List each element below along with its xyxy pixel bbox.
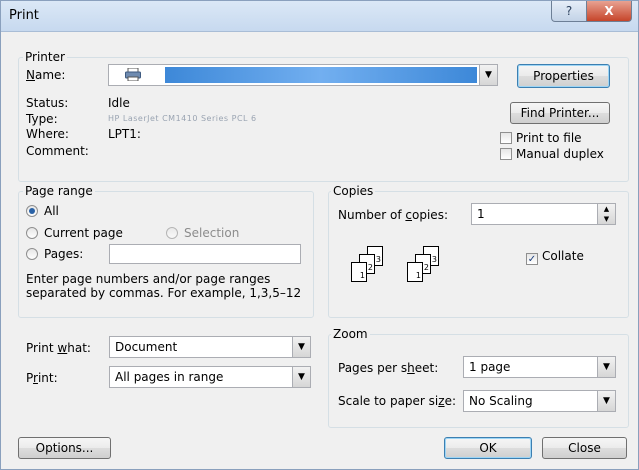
close-button-label: Close [568, 441, 601, 455]
collate-checkbox[interactable]: ✓ Collate [526, 249, 584, 265]
print-to-file-label: Print to file [516, 131, 582, 145]
pages-per-sheet-select[interactable]: 1 page ▼ [463, 356, 616, 378]
title-bar: Print ? X [1, 1, 638, 32]
chevron-down-icon[interactable]: ▼ [597, 391, 615, 411]
spinner-arrows-icon[interactable]: ▲ ▼ [597, 204, 615, 224]
current-page-radio-label: Current page [44, 226, 123, 240]
printer-name-select[interactable]: ▼ [108, 64, 498, 86]
number-of-copies-label: Number of copies: [338, 208, 448, 222]
selection-radio[interactable]: Selection [166, 226, 239, 240]
where-label: Where: [26, 127, 69, 141]
zoom-group [328, 334, 629, 428]
copies-spinner[interactable]: 1 ▲ ▼ [471, 203, 616, 225]
chevron-down-icon[interactable]: ▼ [292, 367, 310, 387]
find-printer-button-label: Find Printer... [520, 106, 600, 120]
print-range-label: Print: [26, 371, 58, 385]
ok-button-label: OK [479, 441, 497, 455]
pages-radio-button[interactable] [26, 248, 38, 260]
pages-radio-label: Pages: [44, 247, 84, 261]
manual-duplex-label: Manual duplex [516, 147, 604, 161]
ok-button[interactable]: OK [444, 437, 532, 459]
current-page-radio-button[interactable] [26, 227, 38, 239]
page-glyph: 1 [351, 262, 367, 282]
print-what-label: Print what: [26, 341, 91, 355]
print-to-file-box[interactable] [500, 132, 512, 144]
print-to-file-checkbox[interactable]: Print to file [500, 131, 582, 145]
scale-select[interactable]: No Scaling ▼ [463, 390, 616, 412]
copies-value: 1 [477, 207, 485, 221]
chevron-down-icon[interactable]: ▼ [479, 65, 497, 85]
zoom-group-label: Zoom [331, 327, 370, 341]
help-button[interactable]: ? [551, 1, 587, 22]
printer-name-highlight [165, 67, 477, 83]
close-button[interactable]: Close [542, 437, 627, 459]
where-value: LPT1: [108, 127, 141, 141]
comment-label: Comment: [26, 144, 89, 158]
page-range-group-label: Page range [23, 184, 95, 198]
print-dialog: Print ? X Printer Name: ▼ Properties Sta… [0, 0, 639, 470]
print-range-value: All pages in range [115, 370, 224, 384]
status-label: Status: [26, 96, 69, 110]
type-label: Type: [26, 112, 58, 126]
status-value: Idle [108, 96, 130, 110]
manual-duplex-checkbox[interactable]: Manual duplex [500, 147, 604, 161]
all-radio-button[interactable] [26, 205, 38, 217]
page-range-hint: Enter page numbers and/or page ranges se… [26, 272, 302, 300]
pages-input[interactable] [109, 244, 301, 264]
name-label: Name: [26, 68, 66, 82]
printer-group-label: Printer [23, 50, 67, 64]
pages-per-sheet-label: Pages per sheet: [338, 361, 439, 375]
selection-radio-button[interactable] [166, 227, 178, 239]
chevron-down-icon[interactable]: ▼ [597, 357, 615, 377]
collate-label: Collate [542, 249, 584, 263]
selection-radio-label: Selection [184, 226, 240, 240]
type-value: HP LaserJet CM1410 Series PCL 6 [108, 114, 257, 123]
options-button[interactable]: Options... [18, 437, 111, 459]
properties-button-label: Properties [533, 69, 594, 83]
collate-box[interactable]: ✓ [526, 253, 538, 265]
scale-label: Scale to paper size: [338, 394, 457, 408]
page-glyph: 1 [407, 262, 423, 282]
print-range-select[interactable]: All pages in range ▼ [109, 366, 311, 388]
chevron-down-icon[interactable]: ▼ [292, 337, 310, 357]
find-printer-button[interactable]: Find Printer... [510, 102, 610, 124]
all-radio[interactable]: All [26, 204, 59, 218]
properties-button[interactable]: Properties [517, 64, 610, 88]
options-button-label: Options... [35, 441, 94, 455]
copies-group-label: Copies [331, 184, 376, 198]
pages-per-sheet-value: 1 page [469, 360, 511, 374]
print-what-value: Document [115, 340, 178, 354]
scale-value: No Scaling [469, 394, 533, 408]
manual-duplex-box[interactable] [500, 148, 512, 160]
printer-icon [125, 67, 141, 82]
window-close-button[interactable]: X [587, 1, 632, 22]
window-title: Print [9, 8, 39, 23]
pages-radio[interactable]: Pages: [26, 247, 83, 261]
all-radio-label: All [44, 204, 59, 218]
print-what-select[interactable]: Document ▼ [109, 336, 311, 358]
current-page-radio[interactable]: Current page [26, 226, 123, 240]
